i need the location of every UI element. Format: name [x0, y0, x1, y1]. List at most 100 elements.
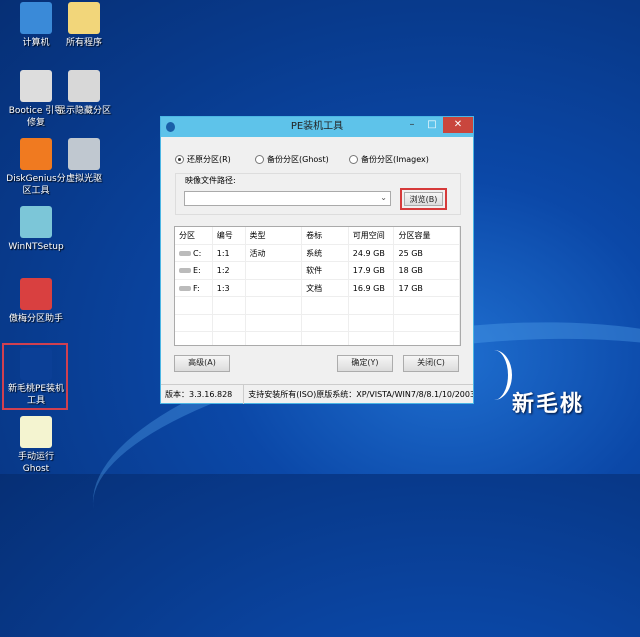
browse-highlight: 浏览(B)	[400, 188, 447, 210]
table-cell: 16.9 GB	[349, 279, 395, 296]
cell-text: 16.9 GB	[352, 283, 385, 293]
ok-button[interactable]: 确定(Y)	[337, 355, 393, 372]
desktop-icon-image	[20, 138, 52, 170]
radio-indicator	[175, 155, 184, 164]
table-cell: 1:1	[213, 244, 246, 261]
desktop-icon[interactable]: 手动运行Ghost	[6, 416, 66, 475]
cell-text: E:	[193, 266, 201, 275]
pe-installer-window: PE装机工具 – □ ✕ 还原分区(R) 备份分区(Ghost) 备份分区(Im…	[160, 116, 474, 404]
column-header[interactable]: 分区容量	[394, 227, 460, 244]
column-header[interactable]: 可用空间	[349, 227, 395, 244]
radio-indicator	[349, 155, 358, 164]
desktop-icon[interactable]: 显示隐藏分区	[54, 70, 114, 117]
advanced-button[interactable]: 高级(A)	[174, 355, 230, 372]
desktop-icon[interactable]: 傲梅分区助手	[6, 278, 66, 325]
window-title: PE装机工具	[290, 121, 344, 132]
desktop-icon-label: 傲梅分区助手	[8, 314, 63, 324]
close-button[interactable]: ✕	[443, 117, 473, 133]
desktop-icon[interactable]: WinNTSetup	[6, 206, 66, 253]
radio-label: 还原分区(R)	[187, 155, 231, 164]
cell-text: 18 GB	[398, 266, 423, 275]
cell-text: 17 GB	[398, 283, 423, 293]
close-dialog-button[interactable]: 关闭(C)	[403, 355, 459, 372]
radio-label: 备份分区(Imagex)	[361, 155, 429, 164]
desktop-icon[interactable]: 所有程序	[54, 2, 114, 49]
table-cell	[302, 332, 349, 345]
browse-button[interactable]: 浏览(B)	[404, 192, 443, 206]
table-cell: 活动	[246, 244, 303, 261]
support-text: 支持安装所有(ISO)原版系统：XP/VISTA/WIN7/8/8.1/10/2…	[248, 390, 473, 399]
table-cell: 17 GB	[394, 279, 460, 296]
radio-backup-ghost[interactable]: 备份分区(Ghost)	[255, 154, 329, 165]
table-cell: 17.9 GB	[349, 262, 395, 279]
cell-text: 文档	[306, 283, 323, 293]
chevron-down-icon[interactable]: ⌄	[380, 193, 387, 202]
radio-indicator	[255, 155, 264, 164]
table-cell	[213, 332, 246, 345]
column-header[interactable]: 类型	[246, 227, 303, 244]
desktop-icon-label: 新毛桃PE装机工具	[7, 384, 65, 406]
desktop-icon-label: 手动运行Ghost	[17, 452, 54, 474]
title-bar[interactable]: PE装机工具 – □ ✕	[161, 117, 473, 137]
table-header: 分区 编号 类型 卷标 可用空间 分区容量	[175, 227, 460, 245]
table-row[interactable]	[175, 297, 460, 315]
desktop-icon-label: WinNTSetup	[8, 242, 64, 252]
table-cell	[349, 314, 395, 331]
desktop-icon-label: 虚拟光驱	[65, 174, 102, 184]
table-cell: 18 GB	[394, 262, 460, 279]
table-cell	[175, 314, 213, 331]
desktop-icon-image	[20, 2, 52, 34]
cell-text: 25 GB	[398, 248, 423, 258]
desktop-icon-image	[20, 278, 52, 310]
table-cell: E:	[175, 262, 213, 279]
table-cell	[246, 332, 303, 345]
table-cell	[394, 314, 460, 331]
column-header[interactable]: 分区	[175, 227, 213, 244]
table-row[interactable]: C: 1:1 活动 系统 24.9 GB 25 GB	[175, 244, 460, 262]
table-cell: 25 GB	[394, 244, 460, 261]
table-cell	[246, 297, 303, 314]
cell-text: 软件	[306, 266, 323, 275]
table-cell	[175, 332, 213, 345]
column-header[interactable]: 卷标	[302, 227, 349, 244]
cell-text: 系统	[306, 248, 323, 258]
table-cell	[349, 297, 395, 314]
table-row[interactable]: E: 1:2 软件 17.9 GB 18 GB	[175, 262, 460, 280]
column-header[interactable]: 编号	[213, 227, 246, 244]
table-cell: C:	[175, 244, 213, 261]
desktop-icon-image	[68, 70, 100, 102]
table-cell: 1:2	[213, 262, 246, 279]
partition-table: 分区 编号 类型 卷标 可用空间 分区容量 C: 1:1 活动 系统 24.9 GB 25 GB E:…	[174, 226, 461, 346]
table-cell	[213, 314, 246, 331]
table-cell: 文档	[302, 279, 349, 296]
table-cell: 系统	[302, 244, 349, 261]
table-cell	[246, 314, 303, 331]
table-cell: F:	[175, 279, 213, 296]
brand-logo-icon	[476, 350, 512, 400]
desktop-icon-label: 显示隐藏分区	[56, 106, 111, 116]
radio-backup-imagex[interactable]: 备份分区(Imagex)	[349, 154, 429, 165]
brand-text: 新毛桃	[512, 392, 585, 417]
radio-restore[interactable]: 还原分区(R)	[175, 154, 231, 165]
desktop-icon[interactable]: 虚拟光驱	[54, 138, 114, 185]
table-cell: 1:3	[213, 279, 246, 296]
desktop-icon-image	[20, 348, 52, 380]
table-cell	[349, 332, 395, 345]
status-bar: 版本：3.3.16.828 支持安装所有(ISO)原版系统：XP/VISTA/W…	[161, 384, 473, 404]
table-row[interactable]: F: 1:3 文档 16.9 GB 17 GB	[175, 279, 460, 297]
desktop-icon-image	[20, 416, 52, 448]
drive-icon	[179, 268, 191, 273]
path-label: 映像文件路径:	[185, 176, 236, 185]
cell-text: 24.9 GB	[352, 248, 385, 258]
radio-label: 备份分区(Ghost)	[267, 155, 329, 164]
cell-text: F:	[193, 283, 200, 293]
app-icon	[166, 122, 175, 132]
table-row[interactable]	[175, 314, 460, 332]
table-row[interactable]	[175, 332, 460, 345]
image-path-combobox[interactable]: ⌄	[184, 191, 391, 206]
desktop-icon[interactable]: 新毛桃PE装机工具	[6, 348, 66, 407]
table-cell	[175, 297, 213, 314]
table-cell	[246, 262, 303, 279]
maximize-button[interactable]: □	[420, 117, 444, 133]
table-cell	[246, 279, 303, 296]
